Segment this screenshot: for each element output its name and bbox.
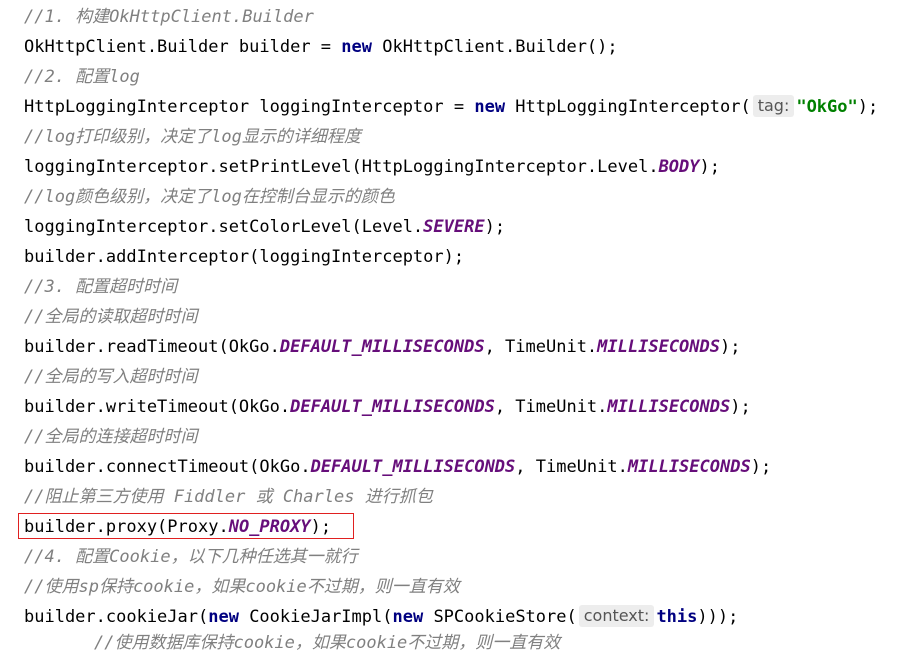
code-text: builder.connectTimeout(OkGo. [24,457,311,477]
comment: //使用数据库保持cookie，如果cookie不过期，则一直有效 [94,633,561,653]
code-line-22: //使用数据库保持cookie，如果cookie不过期，则一直有效 [94,628,560,658]
code-line-15: //全局的连接超时时间 [24,422,197,452]
code-line-1: //1. 构建OkHttpClient.Builder [24,2,314,32]
code-line-16: builder.connectTimeout(OkGo.DEFAULT_MILL… [24,452,771,482]
code-line-9: builder.addInterceptor(loggingIntercepto… [24,242,464,272]
code-text: HttpLoggingInterceptor( [505,97,751,117]
code-text: , TimeUnit. [494,397,608,417]
comment: //4. 配置Cookie，以下几种任选其一就行 [24,547,358,567]
static-field: DEFAULT_MILLISECONDS [310,457,516,477]
static-field: BODY [658,157,700,177]
code-text: ); [720,337,741,357]
comment: //1. 构建OkHttpClient.Builder [24,7,314,27]
code-text: loggingInterceptor.setColorLevel(Level. [24,217,424,237]
comment: //3. 配置超时时间 [24,277,178,297]
code-line-8: loggingInterceptor.setColorLevel(Level.S… [24,212,505,242]
code-text: builder.cookieJar( [24,607,209,627]
code-text: builder.writeTimeout(OkGo. [24,397,291,417]
code-text: , TimeUnit. [515,457,628,477]
comment: //log颜色级别，决定了log在控制台显示的颜色 [24,187,395,207]
highlight-box [18,513,354,539]
code-text: CookieJarImpl( [238,607,393,627]
keyword: new [341,37,372,57]
code-line-6: loggingInterceptor.setPrintLevel(HttpLog… [24,152,720,182]
comment: //log打印级别，决定了log显示的详细程度 [24,127,361,147]
static-field: SEVERE [423,217,485,237]
code-text: loggingInterceptor.setPrintLevel(HttpLog… [24,157,659,177]
keyword: new [208,607,239,627]
string-literal: "OkGo" [796,97,858,117]
code-text: ); [699,157,720,177]
static-field: MILLISECONDS [607,397,731,417]
static-field: DEFAULT_MILLISECONDS [290,397,495,417]
code-line-4: HttpLoggingInterceptor loggingIntercepto… [24,92,878,122]
parameter-hint: context: [578,605,655,627]
keyword: new [474,97,506,117]
code-line-7: //log颜色级别，决定了log在控制台显示的颜色 [24,182,395,212]
code-text: ); [484,217,506,237]
code-line-5: //log打印级别，决定了log显示的详细程度 [24,122,361,152]
static-field: MILLISECONDS [597,337,720,357]
code-text: OkHttpClient.Builder(); [372,37,618,57]
code-line-3: //2. 配置log [24,62,140,92]
code-line-10: //3. 配置超时时间 [24,272,177,302]
code-text: HttpLoggingInterceptor loggingIntercepto… [24,97,475,117]
comment: //使用sp保持cookie，如果cookie不过期，则一直有效 [24,577,460,597]
comment: //阻止第三方使用 Fiddler 或 Charles 进行抓包 [24,487,433,507]
code-text: builder.addInterceptor(loggingIntercepto… [24,247,465,267]
keyword: new [392,607,424,627]
code-line-17: //阻止第三方使用 Fiddler 或 Charles 进行抓包 [24,482,433,512]
parameter-hint: tag: [752,95,795,117]
code-line-2: OkHttpClient.Builder builder = new OkHtt… [24,32,618,62]
code-text: ); [750,457,772,477]
code-text: ))); [697,607,739,627]
code-text: ); [857,97,879,117]
code-line-19: //4. 配置Cookie，以下几种任选其一就行 [24,542,358,572]
code-line-12: builder.readTimeout(OkGo.DEFAULT_MILLISE… [24,332,740,362]
comment: //全局的读取超时时间 [24,307,198,327]
code-text: SPCookieStore( [423,607,577,627]
comment: //2. 配置log [24,67,140,87]
code-line-13: //全局的写入超时时间 [24,362,197,392]
keyword: this [656,607,698,627]
code-line-14: builder.writeTimeout(OkGo.DEFAULT_MILLIS… [24,392,751,422]
code-line-11: //全局的读取超时时间 [24,302,197,332]
comment: //全局的连接超时时间 [24,427,198,447]
code-text: OkHttpClient.Builder builder = [24,37,342,57]
code-text: , TimeUnit. [484,337,598,357]
static-field: MILLISECONDS [627,457,751,477]
code-text: ); [730,397,751,417]
code-editor[interactable]: //1. 构建OkHttpClient.Builder OkHttpClient… [0,0,908,653]
code-line-20: //使用sp保持cookie，如果cookie不过期，则一直有效 [24,572,460,602]
static-field: DEFAULT_MILLISECONDS [279,337,485,357]
comment: //全局的写入超时时间 [24,367,198,387]
code-text: builder.readTimeout(OkGo. [24,337,280,357]
